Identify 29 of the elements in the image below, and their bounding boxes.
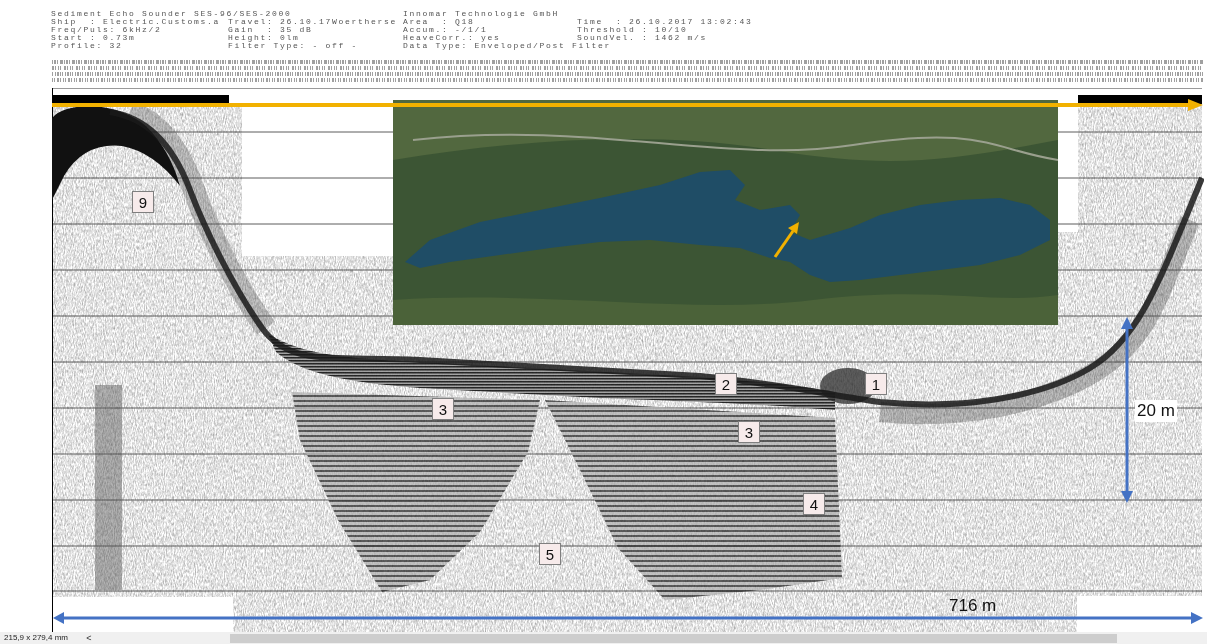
header-field: Time : 26.10.2017 13:02:43 — [577, 18, 753, 26]
header-field: Accum.: -/1/1 — [403, 26, 488, 34]
header-field: HeaveCorr.: yes — [403, 34, 501, 42]
header-field: Ship : Electric.Customs.a — [51, 18, 221, 26]
header-field: Height: 0lm — [228, 34, 300, 42]
header-field: Area : Q18 — [403, 18, 475, 26]
marker-label: 9 — [132, 191, 154, 213]
sounder-title: Sediment Echo Sounder SES-96/SES-2000 — [51, 10, 292, 18]
pointer-arrow — [773, 222, 799, 258]
marker-label: 5 — [539, 543, 561, 565]
header-field: Start : 0.73m — [51, 34, 136, 42]
marker-label: 3 — [738, 421, 760, 443]
header-field: Filter Type: - off - — [228, 42, 358, 50]
scrollbar-thumb[interactable] — [230, 633, 1117, 643]
marker-label: 3 — [432, 398, 454, 420]
header-field: Gain : 35 dB — [228, 26, 313, 34]
scroll-left-button[interactable]: < — [84, 632, 94, 644]
header-field: Threshold : 10/10 — [577, 26, 688, 34]
header-field: Data Type: Enveloped/Post Filter — [403, 42, 612, 50]
header-field: SoundVel. : 1462 m/s — [577, 34, 707, 42]
header-field: Travel: 26.10.17Woertherse — [228, 18, 398, 26]
distance-scale-label: 716 m — [949, 596, 997, 616]
page-size-text: 215,9 x 279,4 mm — [3, 633, 70, 643]
vendor-name: Innomar Technologie GmbH — [403, 10, 560, 18]
header-field: Profile: 32 — [51, 42, 123, 50]
marker-label: 2 — [715, 373, 737, 395]
header-field: Freq/Puls: 6kHz/2 — [51, 26, 162, 34]
marker-label: 4 — [803, 493, 825, 515]
marker-label: 1 — [865, 373, 887, 395]
